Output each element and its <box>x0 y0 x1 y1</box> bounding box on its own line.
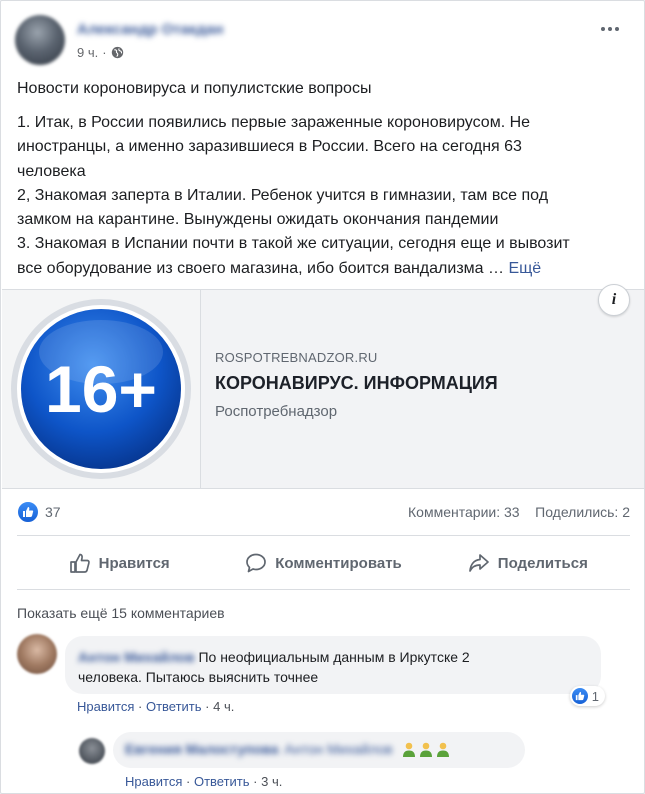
like-label: Нравится <box>98 554 170 572</box>
post-meta: 9 ч. · <box>77 45 124 60</box>
age-rating-badge: 16+ <box>11 299 191 479</box>
comment-line: человека. Пытаюсь выяснить точнее <box>78 669 319 685</box>
comment-label: Комментировать <box>275 554 402 572</box>
thumbs-up-icon <box>575 691 585 701</box>
show-more-comments-link[interactable]: Показать ещё 15 комментариев <box>17 605 225 621</box>
emoji-group <box>402 742 450 758</box>
comment-text: Антон Михайлов По неофициальным данным в … <box>78 647 470 687</box>
author-name[interactable]: Александр Отакдан <box>77 21 223 38</box>
action-bar: Нравится Комментировать Поделиться <box>17 541 630 585</box>
person-emoji-icon <box>437 742 450 758</box>
separator-dot: · <box>138 699 146 714</box>
preview-source: Роспотребнадзор <box>215 403 338 420</box>
post-line: человека <box>17 162 86 180</box>
divider <box>17 535 630 536</box>
see-more-link[interactable]: Ещё <box>508 260 541 277</box>
comment-reply-link[interactable]: Ответить <box>194 774 250 789</box>
commenter-avatar[interactable] <box>17 634 57 674</box>
comment-actions: Нравится · Ответить · 3 ч. <box>125 774 282 789</box>
person-emoji-icon <box>420 742 433 758</box>
link-preview[interactable]: 16+ ROSPOTREBNADZOR.RU КОРОНАВИРУС. ИНФО… <box>2 284 644 489</box>
share-count[interactable]: Поделились: 2 <box>535 504 630 520</box>
share-label: Поделиться <box>497 554 588 572</box>
globe-icon[interactable] <box>111 46 124 59</box>
separator-dot: · <box>205 699 214 714</box>
preview-title[interactable]: КОРОНАВИРУС. ИНФОРМАЦИЯ <box>215 373 498 394</box>
thumbs-up-icon <box>69 553 90 573</box>
post-title: Новости короновируса и популистские вопр… <box>17 80 372 97</box>
comment-like-link[interactable]: Нравится <box>77 699 134 714</box>
dot-icon <box>615 27 619 31</box>
like-button[interactable]: Нравится <box>17 541 221 585</box>
comment-line: По неофициальным данным в Иркутске 2 <box>198 649 470 665</box>
post-line-last: все оборудование из своего магазина, ибо… <box>17 257 622 281</box>
comment-count[interactable]: Комментарии: 33 <box>408 504 520 520</box>
post-line: все оборудование из своего магазина, ибо… <box>17 259 509 277</box>
post-header: Александр Отакдан 9 ч. · <box>15 15 630 65</box>
preview-domain: ROSPOTREBNADZOR.RU <box>215 350 378 365</box>
reactions-bar: 37 Комментарии: 33 Поделились: 2 <box>17 501 630 523</box>
commenter-name[interactable]: Антон Михайлов <box>78 649 194 665</box>
comment-reply-link[interactable]: Ответить <box>146 699 202 714</box>
post-line: 3. Знакомая в Испании почти в такой же с… <box>17 235 570 253</box>
share-button[interactable]: Поделиться <box>426 541 630 585</box>
commenter-name[interactable]: Евгения Малоступова <box>125 741 278 757</box>
preview-image[interactable]: 16+ <box>2 290 201 488</box>
thumbs-up-icon <box>23 507 34 517</box>
like-reaction-icon <box>571 688 588 704</box>
like-reaction-icon[interactable] <box>17 501 39 523</box>
comment-button[interactable]: Комментировать <box>221 541 425 585</box>
comment-time[interactable]: 3 ч. <box>261 774 282 789</box>
author-avatar[interactable] <box>15 15 65 65</box>
person-emoji-icon <box>403 742 416 758</box>
commenter-avatar[interactable] <box>79 738 105 764</box>
share-arrow-icon <box>468 554 489 572</box>
post-line: иностранцы, а именно заразившиеся в Росс… <box>17 138 522 156</box>
mentioned-user[interactable]: Антон Михайлов <box>284 741 392 757</box>
comment-text: Евгения Малоступова Антон Михайлов <box>125 741 450 758</box>
post-line: 1. Итак, в России появились первые зараж… <box>17 114 531 131</box>
post-body: 1. Итак, в России появились первые зараж… <box>17 111 622 281</box>
post-card: Александр Отакдан 9 ч. · Новости коронов… <box>0 0 645 794</box>
separator-dot: · <box>102 45 107 60</box>
reply-bubble: Евгения Малоступова Антон Михайлов <box>113 732 525 768</box>
stats-spacer <box>523 504 531 520</box>
speech-bubble-icon <box>246 553 267 573</box>
comment-reaction-count: 1 <box>591 688 599 704</box>
engagement-stats: Комментарии: 33 Поделились: 2 <box>408 504 630 520</box>
divider <box>17 589 630 590</box>
post-time[interactable]: 9 ч. <box>77 45 98 60</box>
more-options-button[interactable] <box>596 19 624 39</box>
comment-time[interactable]: 4 ч. <box>213 699 234 714</box>
post-line: 2, Знакомая заперта в Италии. Ребенок уч… <box>17 186 549 204</box>
comment-reaction-badge[interactable]: 1 <box>569 686 605 706</box>
post-line: замком на карантине. Вынуждены ожидать о… <box>17 211 499 229</box>
like-count[interactable]: 37 <box>45 504 61 520</box>
comment-like-link[interactable]: Нравится <box>125 774 182 789</box>
info-button[interactable]: i <box>598 284 630 316</box>
comment-bubble: Антон Михайлов По неофициальным данным в … <box>65 636 605 706</box>
dot-icon <box>608 27 612 31</box>
dot-icon <box>601 27 605 31</box>
separator-dot: · <box>186 774 194 789</box>
separator-dot: · <box>253 774 262 789</box>
comment-actions: Нравится · Ответить · 4 ч. <box>77 699 234 714</box>
badge-text: 16+ <box>45 352 157 426</box>
